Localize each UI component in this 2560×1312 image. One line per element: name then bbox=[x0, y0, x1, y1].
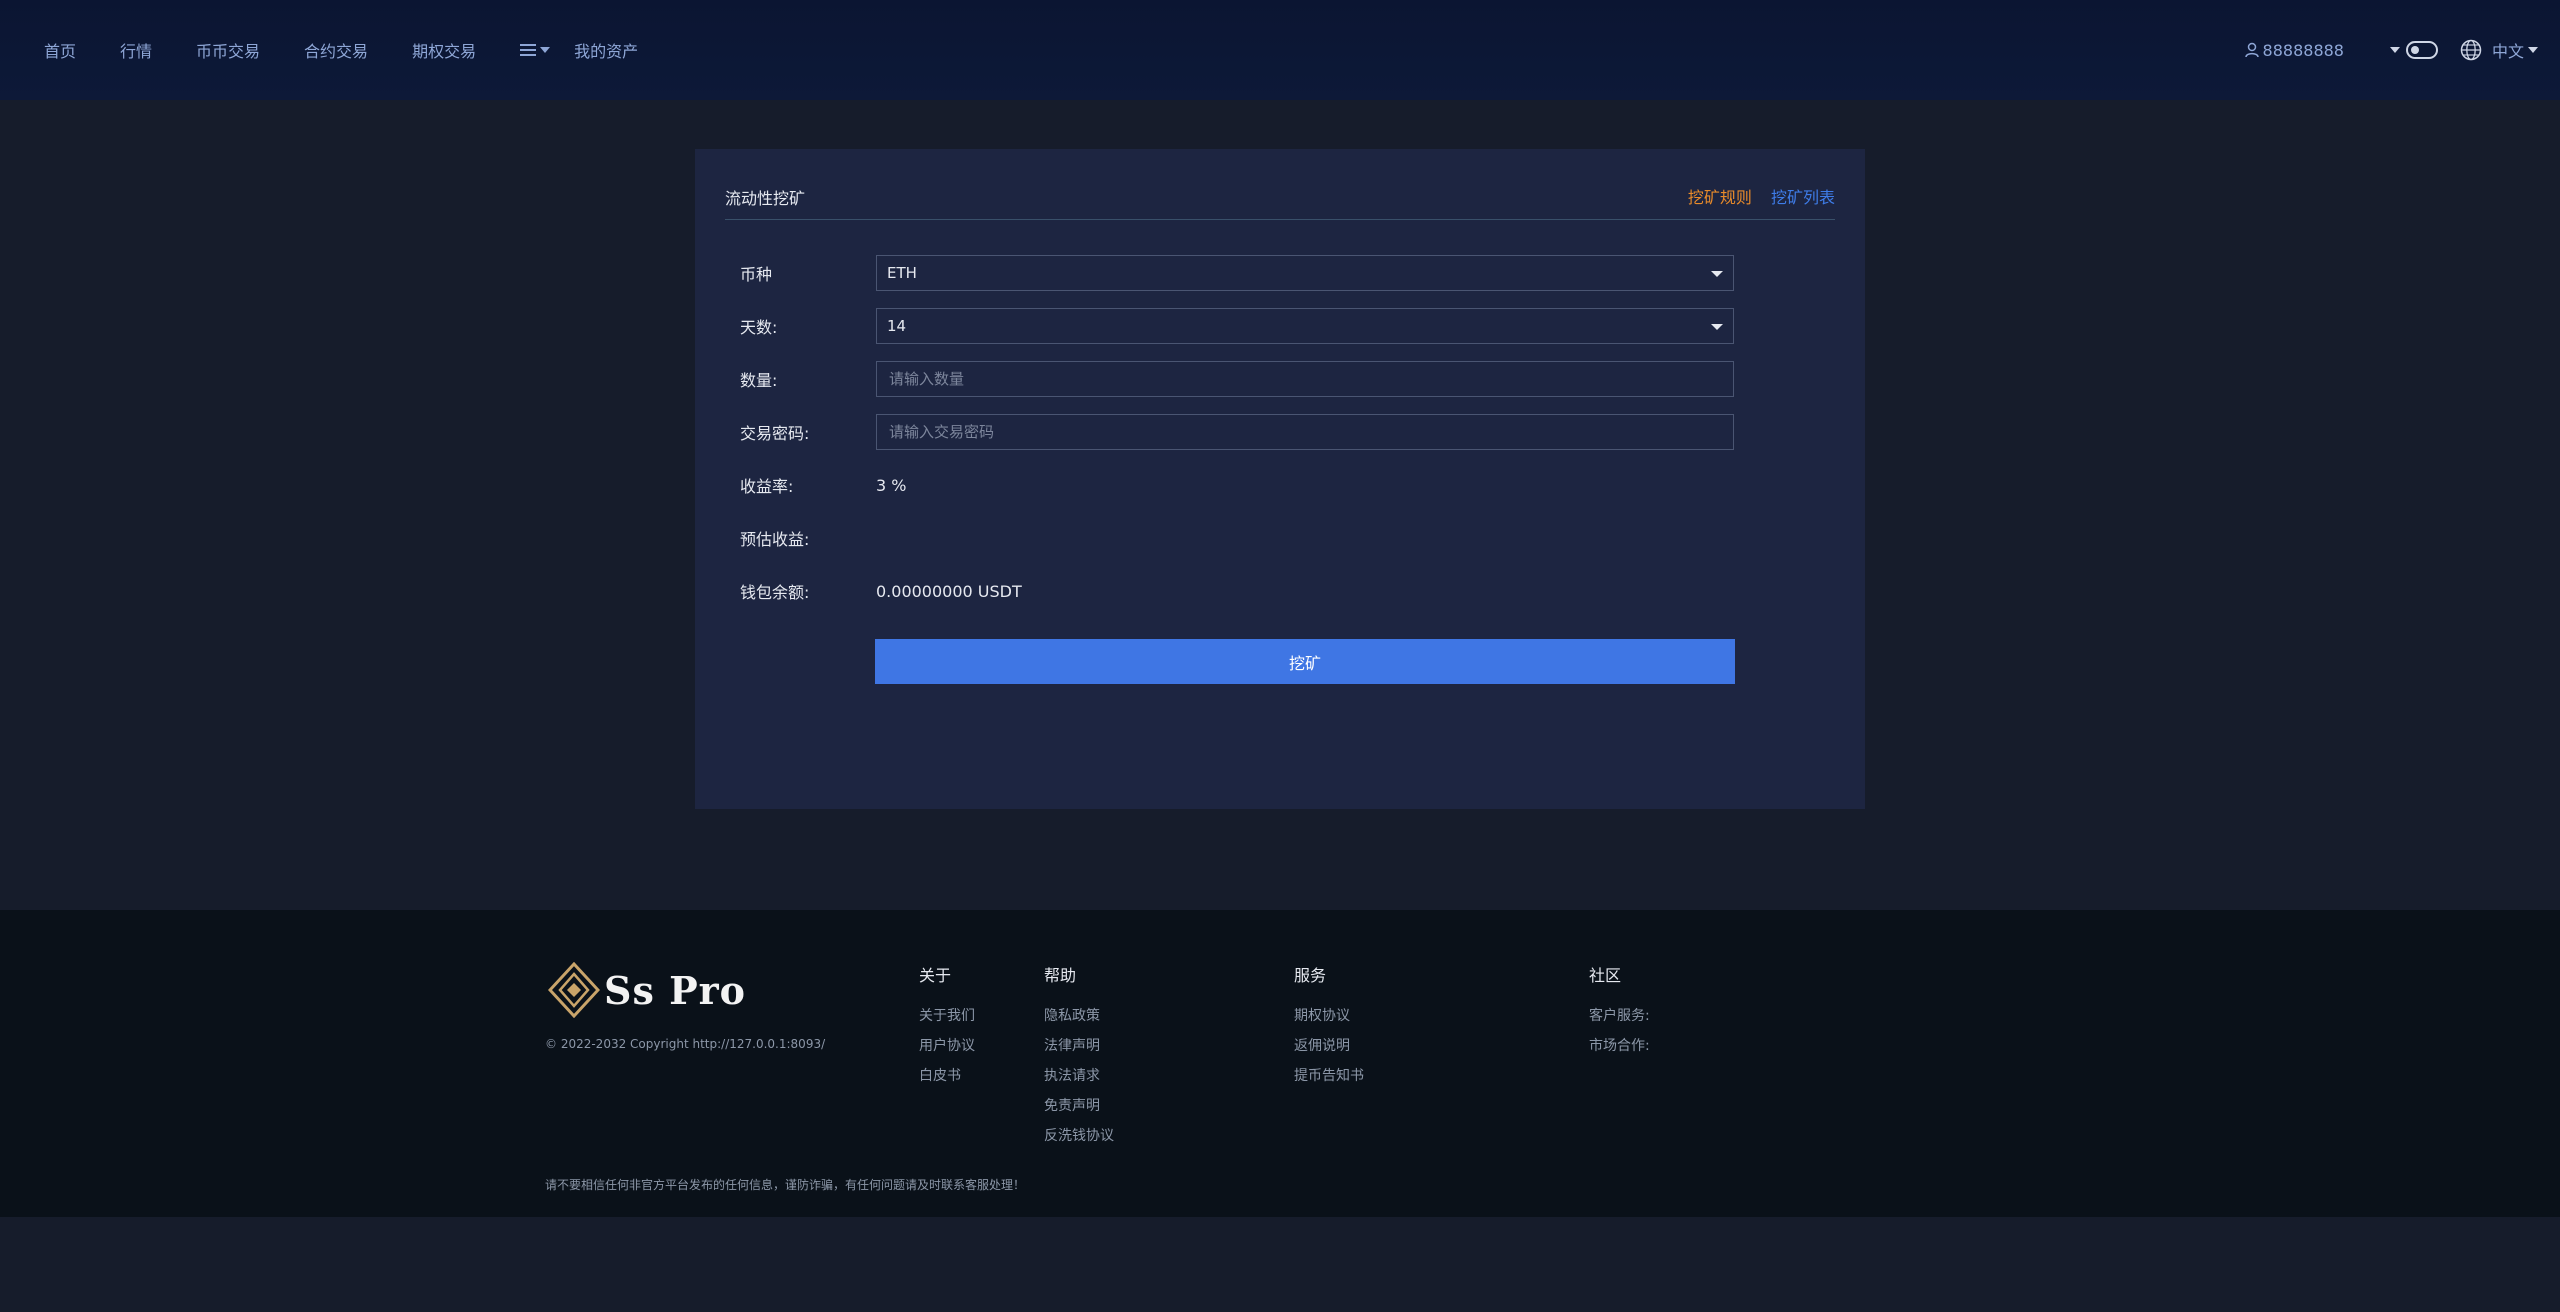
footer-link-disclaimer[interactable]: 免责声明 bbox=[1044, 1098, 1114, 1128]
caret-down-icon bbox=[540, 47, 551, 53]
footer-link-rebate[interactable]: 返佣说明 bbox=[1294, 1038, 1364, 1068]
amount-label: 数量: bbox=[740, 371, 778, 390]
nav-options-trading[interactable]: 期权交易 bbox=[412, 38, 476, 62]
caret-down-icon bbox=[2389, 47, 2400, 53]
password-field-box bbox=[876, 414, 1734, 450]
user-account[interactable]: 88888888 bbox=[2244, 40, 2344, 60]
amount-field-box bbox=[876, 361, 1734, 397]
globe-icon bbox=[2460, 39, 2482, 61]
language-label: 中文 bbox=[2491, 42, 2524, 61]
header-right: 88888888 中文 bbox=[2244, 0, 2538, 100]
footer-link-legal[interactable]: 法律声明 bbox=[1044, 1038, 1114, 1068]
footer: Ss Pro © 2022-2032 Copyright http://127.… bbox=[0, 910, 2560, 1217]
footer-col-help: 帮助 隐私政策 法律声明 执法请求 免责声明 反洗钱协议 bbox=[1044, 962, 1114, 1158]
logo-diamond-icon bbox=[548, 962, 600, 1018]
card-links: 挖矿规则 挖矿列表 bbox=[1688, 184, 1835, 208]
user-id: 88888888 bbox=[2262, 40, 2344, 60]
footer-link-law-enforcement[interactable]: 执法请求 bbox=[1044, 1068, 1114, 1098]
wallet-balance-value: 0.00000000 USDT bbox=[876, 581, 1022, 601]
footer-col-title: 关于 bbox=[919, 966, 952, 985]
logo: Ss Pro bbox=[548, 962, 746, 1018]
estimate-row: 预估收益: bbox=[740, 518, 1780, 558]
footer-market-cooperation[interactable]: 市场合作: bbox=[1589, 1038, 1650, 1068]
trade-password-label: 交易密码: bbox=[740, 424, 810, 443]
coin-label: 币种 bbox=[740, 265, 773, 284]
mining-list-link[interactable]: 挖矿列表 bbox=[1771, 188, 1835, 207]
days-select-value: 14 bbox=[887, 317, 907, 335]
chevron-down-icon bbox=[1711, 324, 1723, 330]
theme-switch[interactable] bbox=[2386, 41, 2438, 59]
footer-col-about: 关于 关于我们 用户协议 白皮书 bbox=[919, 962, 975, 1098]
copyright: © 2022-2032 Copyright http://127.0.0.1:8… bbox=[545, 1037, 826, 1051]
top-navigation-bar: 首页 行情 币币交易 合约交易 期权交易 我的资产 88888888 中文 bbox=[0, 0, 2560, 100]
footer-col-title: 帮助 bbox=[1044, 966, 1077, 985]
footer-col-service: 服务 期权协议 返佣说明 提币告知书 bbox=[1294, 962, 1364, 1098]
trade-password-input[interactable] bbox=[887, 414, 1733, 450]
liquidity-mining-card: 流动性挖矿 挖矿规则 挖矿列表 币种 ETH 天数: 14 数量: 交易密码: … bbox=[695, 149, 1865, 809]
mining-rules-link[interactable]: 挖矿规则 bbox=[1688, 188, 1752, 207]
amount-input[interactable] bbox=[887, 361, 1733, 397]
scam-warning: 请不要相信任何非官方平台发布的任何信息，谨防诈骗，有任何问题请及时联系客服处理！ bbox=[545, 1178, 1026, 1192]
footer-link-whitepaper[interactable]: 白皮书 bbox=[919, 1068, 975, 1098]
language-selector[interactable]: 中文 bbox=[2460, 38, 2538, 62]
footer-link-aml[interactable]: 反洗钱协议 bbox=[1044, 1128, 1114, 1158]
more-menu-button[interactable] bbox=[520, 44, 551, 56]
yield-rate-value: 3 % bbox=[876, 475, 907, 495]
footer-col-community: 社区 客户服务: 市场合作: bbox=[1589, 962, 1650, 1068]
menu-list-icon bbox=[520, 44, 537, 56]
footer-link-user-agreement[interactable]: 用户协议 bbox=[919, 1038, 975, 1068]
amount-row: 数量: bbox=[740, 359, 1780, 399]
nav-contract-trading[interactable]: 合约交易 bbox=[304, 38, 368, 62]
main-nav: 首页 行情 币币交易 合约交易 期权交易 我的资产 bbox=[44, 0, 682, 100]
footer-link-privacy[interactable]: 隐私政策 bbox=[1044, 1008, 1114, 1038]
user-icon bbox=[2244, 42, 2259, 58]
rate-row: 收益率: 3 % bbox=[740, 465, 1780, 505]
days-select[interactable]: 14 bbox=[876, 308, 1734, 344]
chevron-down-icon bbox=[1711, 271, 1723, 277]
mine-button[interactable]: 挖矿 bbox=[875, 639, 1735, 684]
coin-select[interactable]: ETH bbox=[876, 255, 1734, 291]
footer-link-about-us[interactable]: 关于我们 bbox=[919, 1008, 975, 1038]
footer-link-options-agreement[interactable]: 期权协议 bbox=[1294, 1008, 1364, 1038]
nav-my-assets[interactable]: 我的资产 bbox=[574, 38, 638, 62]
password-row: 交易密码: bbox=[740, 412, 1780, 452]
wallet-balance-label: 钱包余额: bbox=[740, 583, 810, 602]
footer-customer-service[interactable]: 客户服务: bbox=[1589, 1008, 1650, 1038]
footer-col-title: 社区 bbox=[1589, 966, 1622, 985]
estimated-income-label: 预估收益: bbox=[740, 530, 810, 549]
caret-down-icon bbox=[2528, 47, 2538, 53]
coin-select-value: ETH bbox=[887, 264, 917, 282]
days-row: 天数: 14 bbox=[740, 306, 1780, 346]
yield-rate-label: 收益率: bbox=[740, 477, 794, 496]
theme-toggle-icon bbox=[2405, 41, 2438, 59]
coin-row: 币种 ETH bbox=[740, 253, 1780, 293]
footer-link-withdrawal-notice[interactable]: 提币告知书 bbox=[1294, 1068, 1364, 1098]
page-title: 流动性挖矿 bbox=[725, 189, 806, 208]
footer-col-title: 服务 bbox=[1294, 966, 1327, 985]
balance-row: 钱包余额: 0.00000000 USDT bbox=[740, 571, 1780, 611]
logo-text: Ss Pro bbox=[604, 967, 747, 1013]
nav-home[interactable]: 首页 bbox=[44, 38, 76, 62]
days-label: 天数: bbox=[740, 318, 778, 337]
card-header: 流动性挖矿 挖矿规则 挖矿列表 bbox=[725, 179, 1835, 220]
nav-markets[interactable]: 行情 bbox=[120, 38, 152, 62]
nav-spot-trading[interactable]: 币币交易 bbox=[196, 38, 260, 62]
